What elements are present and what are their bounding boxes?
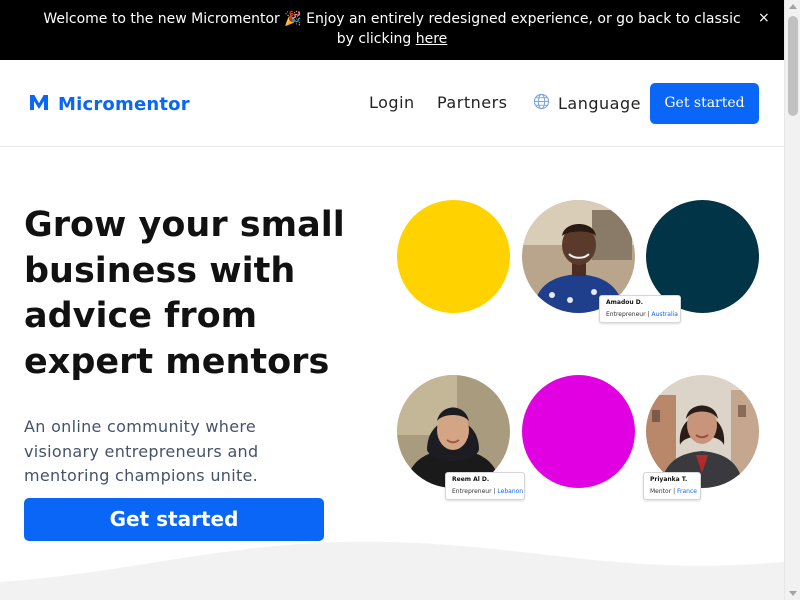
page-scrollbar[interactable] [784, 0, 800, 600]
classic-link[interactable]: here [416, 31, 448, 47]
decorative-magenta-circle [522, 375, 635, 488]
profile-role: Entrepreneur [606, 311, 646, 318]
hero-get-started-button[interactable]: Get started [24, 498, 324, 541]
profile-tag-priyanka: Priyanka T. Mentor | France [643, 472, 701, 500]
micromentor-logo-icon [28, 92, 50, 116]
site-header: Micromentor Login Partners Language Get … [0, 60, 784, 147]
scroll-down-arrow-icon[interactable] [789, 591, 797, 596]
header-get-started-button[interactable]: Get started [650, 83, 759, 124]
site-logo[interactable]: Micromentor [28, 92, 190, 116]
nav-login-link[interactable]: Login [369, 93, 415, 112]
profile-name: Reem Al D. [452, 476, 490, 483]
nav-partners-link[interactable]: Partners [437, 93, 507, 112]
profile-role: Entrepreneur [452, 488, 492, 495]
decorative-wave [0, 541, 784, 600]
scroll-up-arrow-icon[interactable] [789, 4, 797, 9]
announcement-message: Welcome to the new Micromentor 🎉 Enjoy a… [42, 9, 742, 49]
profile-name: Priyanka T. [650, 476, 688, 483]
profile-location: Lebanon [497, 488, 524, 495]
announcement-text: Welcome to the new Micromentor 🎉 Enjoy a… [43, 11, 741, 47]
globe-icon [533, 93, 558, 114]
page: Welcome to the new Micromentor 🎉 Enjoy a… [0, 0, 800, 600]
profile-tag-amadou: Amadou D. Entrepreneur | Australia [599, 295, 681, 323]
close-icon[interactable]: × [758, 8, 770, 28]
logo-text: Micromentor [58, 93, 190, 115]
profile-location: France [677, 488, 697, 495]
hero-title: Grow your small business with advice fro… [24, 205, 345, 382]
hero-subtitle: An online community where visionary entr… [24, 417, 259, 485]
profile-tag-reem: Reem Al D. Entrepreneur | Lebanon [445, 472, 525, 500]
language-label: Language [558, 94, 641, 113]
profile-location: Australia [651, 311, 678, 318]
nav-language-selector[interactable]: Language [533, 93, 641, 114]
scrollbar-thumb[interactable] [788, 16, 798, 116]
profile-role: Mentor [650, 488, 672, 495]
decorative-yellow-circle [397, 200, 510, 313]
profile-name: Amadou D. [606, 299, 643, 306]
announcement-bar: Welcome to the new Micromentor 🎉 Enjoy a… [0, 0, 784, 60]
